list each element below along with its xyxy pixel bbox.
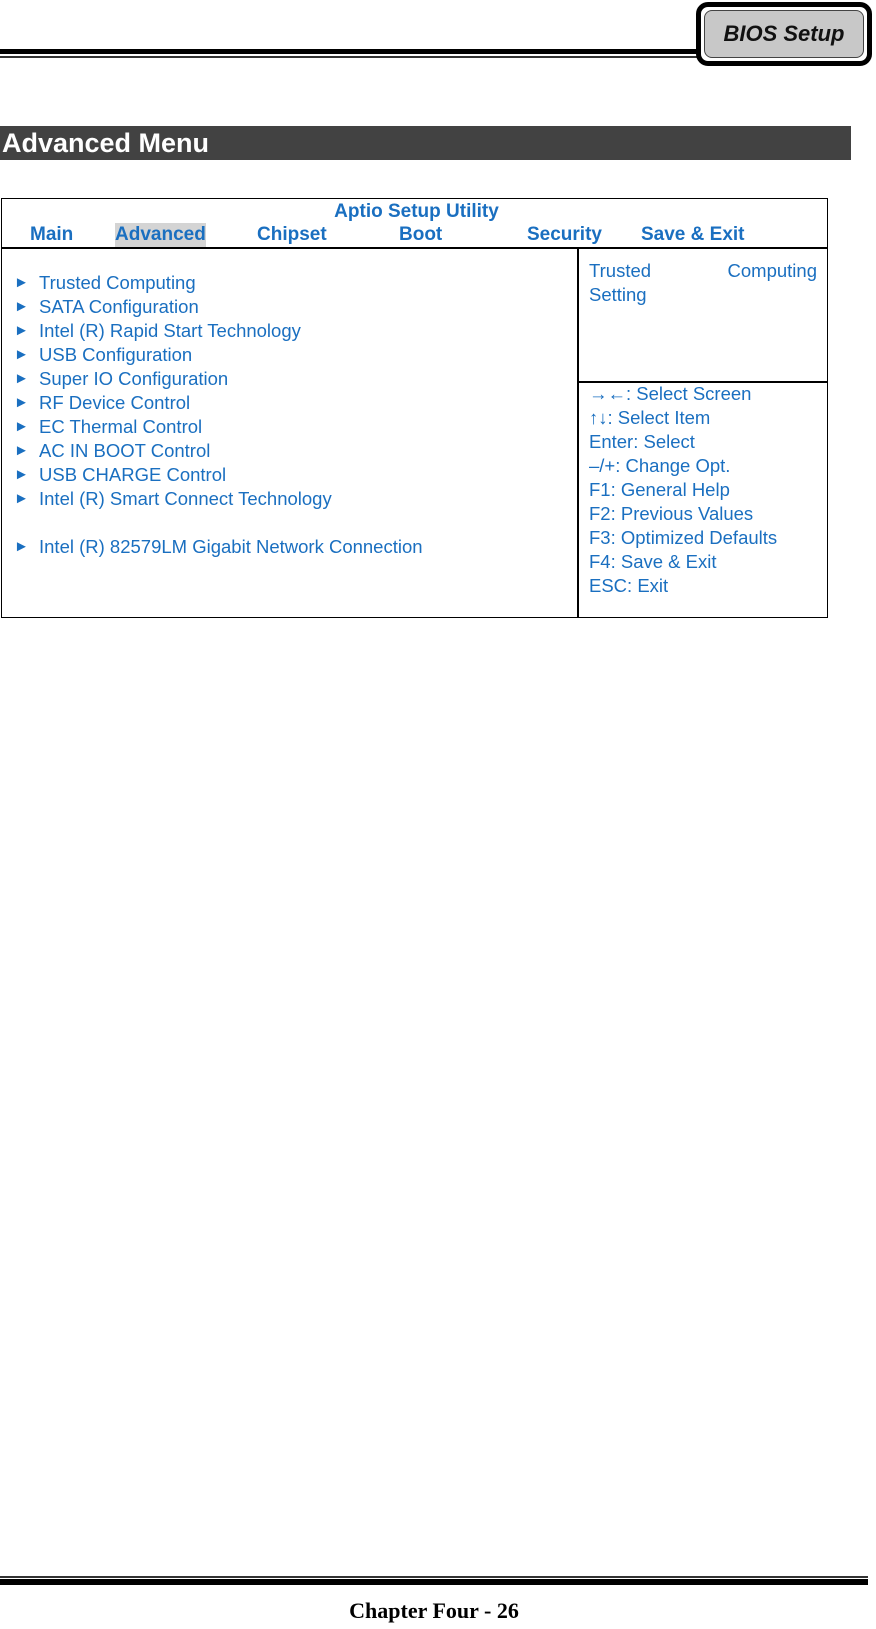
tab-main[interactable]: Main [30,223,73,247]
tab-boot[interactable]: Boot [399,223,442,247]
tab-chipset[interactable]: Chipset [257,223,327,247]
submenu-arrow-icon: ► [14,418,29,435]
key-esc-exit: ESC: Exit [589,575,669,596]
submenu-arrow-icon: ► [14,490,29,507]
submenu-arrow-icon: ► [14,370,29,387]
menu-item-super-io[interactable]: ► Super IO Configuration [14,367,423,391]
menu-item-usb-configuration[interactable]: ► USB Configuration [14,343,423,367]
help-text-word: Trusted [589,260,652,281]
menu-item-ec-thermal[interactable]: ► EC Thermal Control [14,415,423,439]
key-select-screen: →←: Select Screen [589,383,752,404]
menu-item-sata-configuration[interactable]: ► SATA Configuration [14,295,423,319]
menu-item-usb-charge[interactable]: ► USB CHARGE Control [14,463,423,487]
submenu-arrow-icon: ► [14,442,29,459]
menu-spacer [14,511,423,535]
menu-item-gigabit-network[interactable]: ► Intel (R) 82579LM Gigabit Network Conne… [14,535,423,559]
submenu-arrow-icon: ► [14,538,29,555]
bios-tabs: Main Advanced Chipset Boot Security Save… [2,223,827,247]
help-text-line: Setting [589,284,647,305]
submenu-arrow-icon: ► [14,466,29,483]
key-select-item: ↑↓: Select Item [589,407,711,428]
menu-item-ac-in-boot[interactable]: ► AC IN BOOT Control [14,439,423,463]
bios-screen: Aptio Setup Utility Main Advanced Chipse… [1,198,828,618]
key-optimized-defaults: F3: Optimized Defaults [589,527,778,548]
key-previous-values: F2: Previous Values [589,503,754,524]
submenu-arrow-icon: ► [14,322,29,339]
tab-advanced[interactable]: Advanced [115,223,206,247]
tab-save-exit[interactable]: Save & Exit [641,223,745,247]
key-general-help: F1: General Help [589,479,730,500]
tab-security[interactable]: Security [527,223,602,247]
key-save-exit: F4: Save & Exit [589,551,717,572]
bios-setup-tab: BIOS Setup [696,2,872,66]
header-rule-thin [0,56,700,58]
submenu-arrow-icon: ► [14,394,29,411]
footer-rule-thick [0,1579,868,1585]
menu-item-rf-device[interactable]: ► RF Device Control [14,391,423,415]
submenu-arrow-icon: ► [14,346,29,363]
key-legend: →←: Select Screen ↑↓: Select Item Enter:… [589,382,777,598]
utility-title: Aptio Setup Utility [334,201,499,222]
submenu-arrow-icon: ► [14,274,29,291]
help-text-word: Computing [727,260,817,281]
item-help-text: Trusted Computing Setting [589,259,817,307]
section-title: Advanced Menu [0,126,851,160]
submenu-arrow-icon: ► [14,298,29,315]
menu-item-trusted-computing[interactable]: ► Trusted Computing [14,271,423,295]
page-number: Chapter Four - 26 [349,1598,519,1623]
footer-rule-thin [0,1576,868,1578]
bios-setup-label: BIOS Setup [704,10,864,58]
header-rule-thick [0,49,700,54]
key-enter-select: Enter: Select [589,431,695,452]
menu-item-smart-connect[interactable]: ► Intel (R) Smart Connect Technology [14,487,423,511]
menu-item-rapid-start[interactable]: ► Intel (R) Rapid Start Technology [14,319,423,343]
panel-divider [577,247,579,617]
key-change-opt: –/+: Change Opt. [589,455,731,476]
advanced-menu-list: ► Trusted Computing ► SATA Configuration ►… [14,271,423,559]
tabs-divider [2,247,827,249]
